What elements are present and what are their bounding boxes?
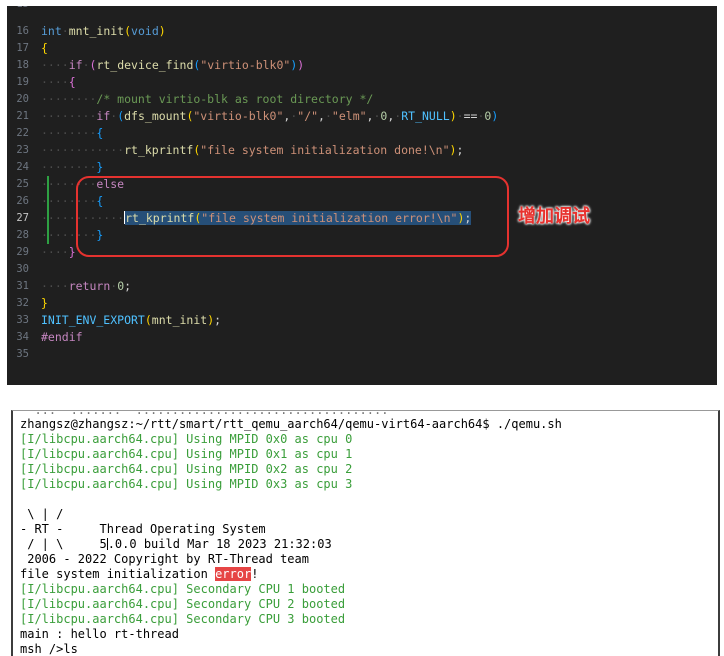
line-number: 31 bbox=[16, 280, 29, 292]
terminal-line-prompt: zhangsz@zhangsz:~/rtt/smart/rtt_qemu_aar… bbox=[20, 417, 562, 431]
line-number: 15 bbox=[7, 6, 29, 13]
code-line: int·mnt_init(void) bbox=[41, 24, 166, 38]
rt-logo-line: - RT - Thread Operating System bbox=[20, 522, 266, 536]
line-number: 26 bbox=[16, 195, 29, 207]
code-line: ····{ bbox=[41, 75, 76, 89]
copyright-line: 2006 - 2022 Copyright by RT-Thread team bbox=[20, 552, 309, 566]
code-line: { bbox=[41, 41, 48, 55]
terminal-line: [I/libcpu.aarch64.cpu] Secondary CPU 1 b… bbox=[20, 582, 346, 596]
terminal-line: [I/libcpu.aarch64.cpu] Using MPID 0x0 as… bbox=[20, 432, 353, 446]
code-line: ········/* mount virtio-blk as root dire… bbox=[41, 92, 374, 106]
line-number: 23 bbox=[16, 144, 29, 156]
line-number: 24 bbox=[16, 161, 29, 173]
terminal-line: main : hello rt-thread bbox=[20, 627, 179, 641]
line-number: 28 bbox=[16, 229, 29, 241]
line-number: 25 bbox=[16, 178, 29, 190]
code-line: ············rt_kprintf("file system init… bbox=[41, 143, 464, 157]
line-number: 22 bbox=[16, 127, 29, 139]
rt-logo-line: / | \ 5.0.0 build Mar 18 2023 21:32:03 bbox=[20, 537, 332, 551]
line-number: 16 bbox=[16, 25, 29, 37]
code-line: ········if·(dfs_mount("virtio-blk0",·"/"… bbox=[41, 109, 499, 123]
terminal-line: [I/libcpu.aarch64.cpu] Using MPID 0x1 as… bbox=[20, 447, 353, 461]
line-number: 18 bbox=[16, 59, 29, 71]
code-line: ········{ bbox=[41, 126, 104, 140]
code-line: ····} bbox=[41, 245, 76, 259]
terminal-output[interactable]: ... ....... ............................… bbox=[11, 410, 720, 656]
line-number-active: 27 bbox=[16, 212, 29, 224]
line-number: 20 bbox=[16, 93, 29, 105]
line-number: 35 bbox=[16, 348, 29, 360]
terminal-line: [I/libcpu.aarch64.cpu] Secondary CPU 2 b… bbox=[20, 597, 346, 611]
highlight-box bbox=[76, 176, 509, 257]
line-number: 21 bbox=[16, 110, 29, 122]
terminal-line: [I/libcpu.aarch64.cpu] Using MPID 0x2 as… bbox=[20, 462, 353, 476]
terminal-line: [I/libcpu.aarch64.cpu] Using MPID 0x3 as… bbox=[20, 477, 353, 491]
line-number: 19 bbox=[16, 76, 29, 88]
line-number: 32 bbox=[16, 297, 29, 309]
code-line: INIT_ENV_EXPORT(mnt_init); bbox=[41, 313, 222, 327]
error-line: file system initialization error! bbox=[20, 567, 259, 581]
line-number: 34 bbox=[16, 331, 29, 343]
code-line: ····return·0; bbox=[41, 279, 132, 293]
code-line: #endif bbox=[41, 330, 83, 344]
line-number: 33 bbox=[16, 314, 29, 326]
line-number: 29 bbox=[16, 246, 29, 258]
rt-logo-line: \ | / bbox=[20, 507, 64, 521]
code-line: } bbox=[41, 296, 48, 310]
line-number: 30 bbox=[16, 263, 29, 275]
line-number-gutter: 15 16 17 18 19 20 21 22 23 24 25 26 27 2… bbox=[7, 6, 41, 385]
terminal-line: [I/libcpu.aarch64.cpu] Secondary CPU 3 b… bbox=[20, 612, 346, 626]
shell-prompt[interactable]: msh />ls bbox=[20, 642, 78, 656]
annotation-label: 增加调试 bbox=[518, 206, 590, 227]
code-line: ····if·(rt_device_find("virtio-blk0")) bbox=[41, 58, 305, 72]
code-line: ········} bbox=[41, 160, 104, 174]
line-number: 17 bbox=[16, 42, 29, 54]
code-editor[interactable]: 15 16 17 18 19 20 21 22 23 24 25 26 27 2… bbox=[7, 6, 717, 385]
